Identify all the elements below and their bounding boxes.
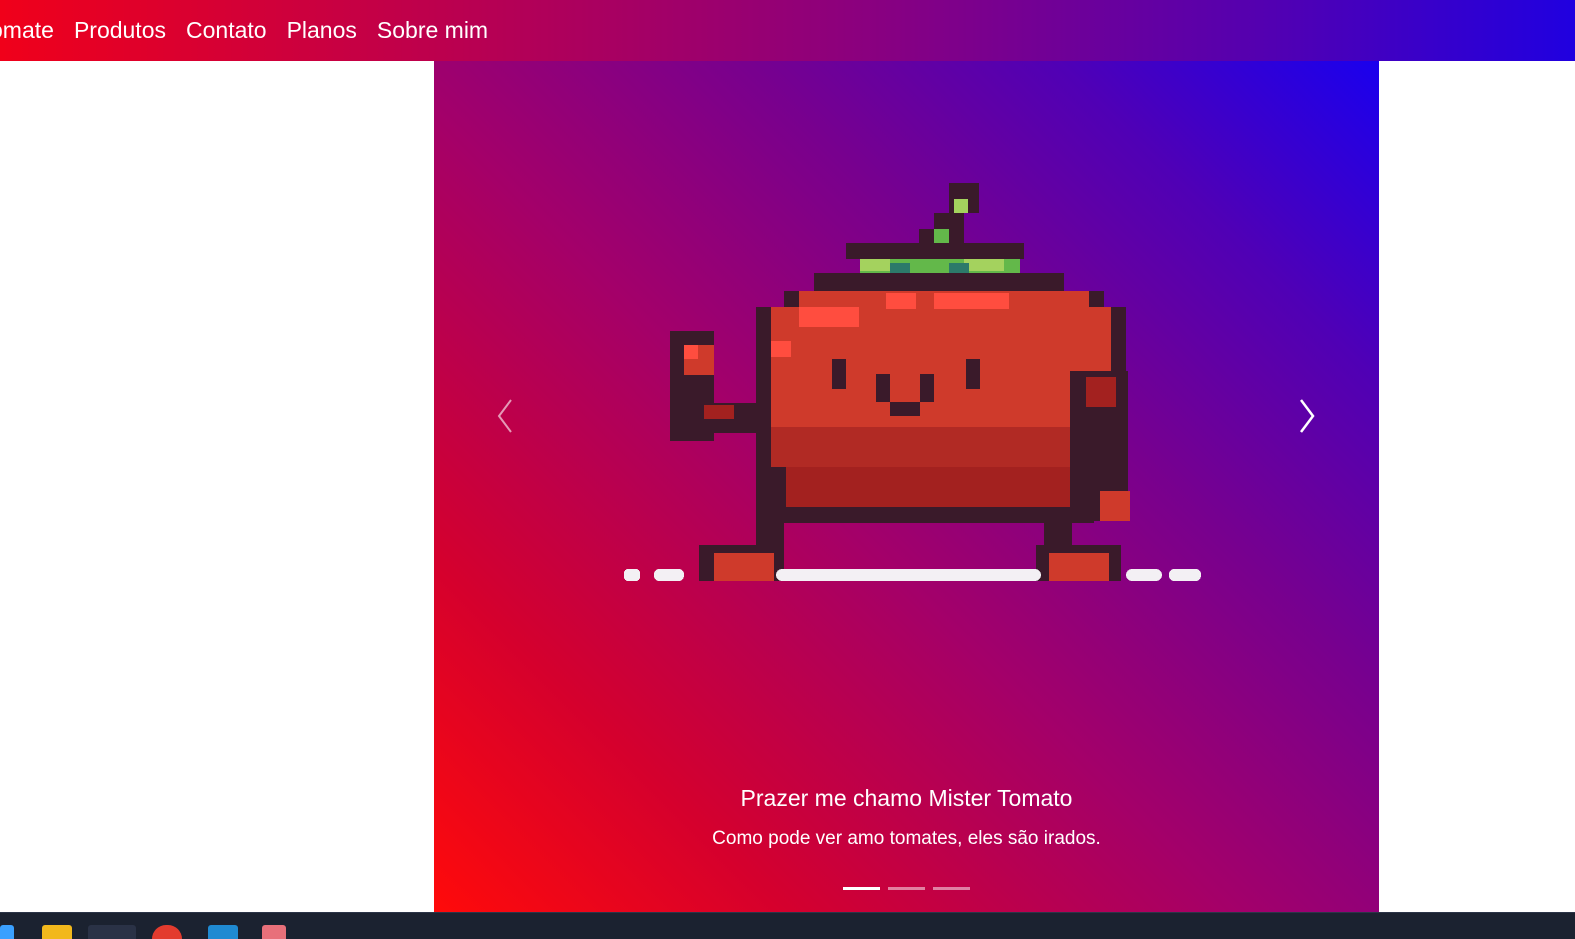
top-navbar: omate Produtos Contato Planos Sobre mim: [0, 0, 1575, 61]
tomato-character-image: [624, 183, 1201, 581]
carousel-indicator-3[interactable]: [933, 887, 970, 890]
chrome-icon[interactable]: [152, 925, 182, 939]
slide-caption-text: Como pode ver amo tomates, eles são irad…: [712, 828, 1101, 849]
start-icon[interactable]: [0, 925, 14, 939]
nav-link-home[interactable]: omate: [0, 0, 64, 61]
vscode-icon[interactable]: [208, 925, 238, 939]
chevron-left-icon: [497, 399, 512, 433]
carousel-indicator-1[interactable]: [843, 887, 880, 890]
browser-icon[interactable]: [88, 925, 136, 939]
nav-link-planos[interactable]: Planos: [277, 0, 367, 61]
nav-link-contato[interactable]: Contato: [176, 0, 277, 61]
nav-link-produtos[interactable]: Produtos: [64, 0, 176, 61]
slide-caption-title: Prazer me chamo Mister Tomato: [740, 785, 1073, 811]
nav-links: omate Produtos Contato Planos Sobre mim: [0, 0, 498, 61]
carousel-next-button[interactable]: [1272, 361, 1342, 471]
chevron-right-icon: [1300, 399, 1315, 433]
carousel-indicator-2[interactable]: [888, 887, 925, 890]
carousel-indicators: [434, 887, 1379, 890]
carousel-prev-button[interactable]: [470, 361, 540, 471]
hero-carousel: Prazer me chamo Mister Tomato Como pode …: [434, 61, 1379, 912]
os-taskbar: [0, 912, 1575, 939]
file-explorer-icon[interactable]: [42, 925, 72, 939]
paint-icon[interactable]: [262, 925, 286, 939]
nav-link-sobre-mim[interactable]: Sobre mim: [367, 0, 498, 61]
